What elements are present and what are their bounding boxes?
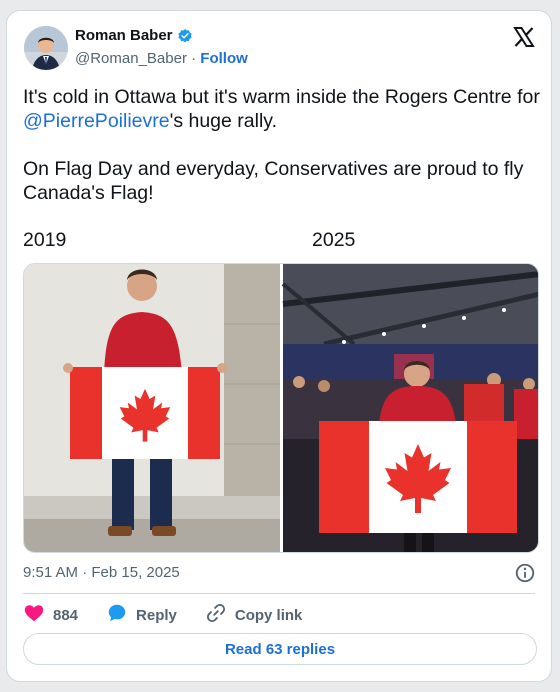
author-name[interactable]: Roman Baber (75, 27, 173, 44)
year-label-right: 2025 (312, 229, 356, 251)
copy-link-button[interactable]: Copy link (205, 602, 303, 628)
handle-separator: · (191, 50, 197, 67)
year-label-left: 2019 (23, 229, 67, 251)
photo-2025 (281, 264, 538, 552)
heart-icon (23, 602, 45, 628)
tweet-text: It's cold in Ottawa but it's warm inside… (23, 85, 543, 205)
speech-bubble-icon (106, 602, 128, 628)
mention-link[interactable]: @PierrePoilievre (23, 110, 170, 132)
action-bar: 884 Reply Copy link (23, 603, 330, 627)
photo-2019 (24, 264, 281, 552)
verified-badge-icon (177, 28, 193, 44)
link-icon (205, 602, 227, 628)
info-icon[interactable] (514, 562, 536, 584)
tweet-paragraph-2: On Flag Day and everyday, Conservatives … (23, 158, 529, 204)
tweet-line1-suffix: 's huge rally. (169, 110, 278, 132)
author-handle[interactable]: @Roman_Baber (75, 50, 187, 67)
avatar[interactable] (24, 26, 68, 70)
tweet-photo[interactable] (23, 263, 539, 553)
copy-link-label: Copy link (234, 606, 303, 624)
read-replies-button[interactable]: Read 63 replies (23, 633, 537, 665)
author-name-row: Roman Baber (75, 27, 193, 44)
x-logo-icon[interactable] (512, 25, 536, 49)
tweet-line1-prefix: It's cold in Ottawa but it's warm inside… (23, 86, 546, 108)
divider (23, 593, 535, 594)
tweet-timestamp[interactable]: 9:51 AM · Feb 15, 2025 (23, 564, 180, 581)
reply-label: Reply (136, 606, 177, 624)
reply-button[interactable]: Reply (106, 602, 177, 628)
author-handle-row: @Roman_Baber · Follow (75, 50, 248, 67)
like-button[interactable]: 884 (23, 602, 78, 628)
like-count: 884 (53, 606, 79, 624)
tweet-card: Roman Baber @Roman_Baber · Follow It's c… (6, 10, 552, 682)
follow-button[interactable]: Follow (200, 50, 248, 67)
